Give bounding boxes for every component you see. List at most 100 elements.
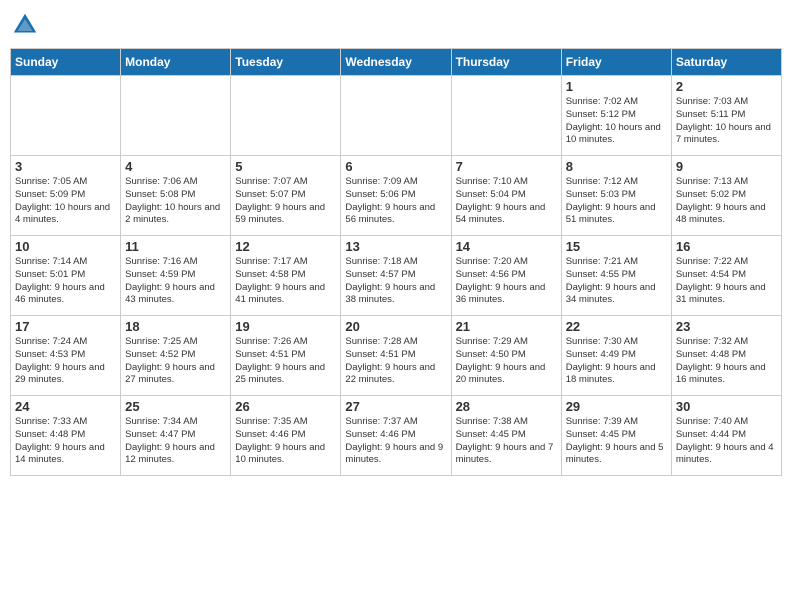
logo-icon [10, 10, 40, 40]
day-number: 13 [345, 239, 446, 254]
day-info: Sunrise: 7:13 AM Sunset: 5:02 PM Dayligh… [676, 176, 777, 227]
calendar-cell: 4 Sunrise: 7:06 AM Sunset: 5:08 PM Daylig… [121, 156, 231, 236]
calendar-cell: 27Sunrise: 7:37 AM Sunset: 4:46 PM Dayli… [341, 396, 451, 476]
calendar-week-row: 24 Sunrise: 7:33 AM Sunset: 4:48 PM Dayli… [11, 396, 782, 476]
calendar-cell: 23 Sunrise: 7:32 AM Sunset: 4:48 PM Dayli… [671, 316, 781, 396]
calendar-cell: 11 Sunrise: 7:16 AM Sunset: 4:59 PM Dayli… [121, 236, 231, 316]
calendar-cell: 16 Sunrise: 7:22 AM Sunset: 4:54 PM Dayli… [671, 236, 781, 316]
calendar: SundayMondayTuesdayWednesdayThursdayFrid… [10, 48, 782, 476]
day-info: Sunrise: 7:20 AM Sunset: 4:56 PM Dayligh… [456, 256, 557, 307]
day-info: Sunrise: 7:24 AM Sunset: 4:53 PM Dayligh… [15, 336, 116, 387]
day-info: Sunrise: 7:10 AM Sunset: 5:04 PM Dayligh… [456, 176, 557, 227]
weekday-header: Thursday [451, 49, 561, 76]
day-number: 18 [125, 319, 226, 334]
calendar-cell: 20 Sunrise: 7:28 AM Sunset: 4:51 PM Dayli… [341, 316, 451, 396]
day-info: Sunrise: 7:02 AM Sunset: 5:12 PM Dayligh… [566, 96, 667, 147]
day-info: Sunrise: 7:12 AM Sunset: 5:03 PM Dayligh… [566, 176, 667, 227]
day-number: 26 [235, 399, 336, 414]
day-info: Sunrise: 7:09 AM Sunset: 5:06 PM Dayligh… [345, 176, 446, 227]
calendar-cell: 28 Sunrise: 7:38 AM Sunset: 4:45 PM Dayli… [451, 396, 561, 476]
day-info: Sunrise: 7:06 AM Sunset: 5:08 PM Dayligh… [125, 176, 226, 227]
day-info: Sunrise: 7:16 AM Sunset: 4:59 PM Dayligh… [125, 256, 226, 307]
day-number: 3 [15, 159, 116, 174]
calendar-cell: 26 Sunrise: 7:35 AM Sunset: 4:46 PM Dayli… [231, 396, 341, 476]
day-info: Sunrise: 7:28 AM Sunset: 4:51 PM Dayligh… [345, 336, 446, 387]
day-number: 6 [345, 159, 446, 174]
day-info: Sunrise: 7:05 AM Sunset: 5:09 PM Dayligh… [15, 176, 116, 227]
calendar-cell: 29 Sunrise: 7:39 AM Sunset: 4:45 PM Dayli… [561, 396, 671, 476]
weekday-header: Friday [561, 49, 671, 76]
calendar-cell [121, 76, 231, 156]
calendar-cell: 9 Sunrise: 7:13 AM Sunset: 5:02 PM Daylig… [671, 156, 781, 236]
calendar-cell: 3 Sunrise: 7:05 AM Sunset: 5:09 PM Daylig… [11, 156, 121, 236]
calendar-cell: 8 Sunrise: 7:12 AM Sunset: 5:03 PM Daylig… [561, 156, 671, 236]
calendar-header-row: SundayMondayTuesdayWednesdayThursdayFrid… [11, 49, 782, 76]
calendar-cell: 6 Sunrise: 7:09 AM Sunset: 5:06 PM Daylig… [341, 156, 451, 236]
day-info: Sunrise: 7:38 AM Sunset: 4:45 PM Dayligh… [456, 416, 557, 467]
weekday-header: Tuesday [231, 49, 341, 76]
day-number: 12 [235, 239, 336, 254]
weekday-header: Wednesday [341, 49, 451, 76]
day-number: 5 [235, 159, 336, 174]
calendar-cell [11, 76, 121, 156]
day-info: Sunrise: 7:03 AM Sunset: 5:11 PM Dayligh… [676, 96, 777, 147]
day-number: 15 [566, 239, 667, 254]
day-number: 4 [125, 159, 226, 174]
calendar-week-row: 10 Sunrise: 7:14 AM Sunset: 5:01 PM Dayli… [11, 236, 782, 316]
day-number: 22 [566, 319, 667, 334]
calendar-cell: 19 Sunrise: 7:26 AM Sunset: 4:51 PM Dayli… [231, 316, 341, 396]
calendar-cell: 14Sunrise: 7:20 AM Sunset: 4:56 PM Dayli… [451, 236, 561, 316]
day-number: 7 [456, 159, 557, 174]
day-number: 28 [456, 399, 557, 414]
calendar-cell: 7 Sunrise: 7:10 AM Sunset: 5:04 PM Daylig… [451, 156, 561, 236]
day-info: Sunrise: 7:07 AM Sunset: 5:07 PM Dayligh… [235, 176, 336, 227]
day-number: 19 [235, 319, 336, 334]
calendar-cell: 24 Sunrise: 7:33 AM Sunset: 4:48 PM Dayli… [11, 396, 121, 476]
day-number: 23 [676, 319, 777, 334]
day-number: 30 [676, 399, 777, 414]
calendar-cell [231, 76, 341, 156]
day-info: Sunrise: 7:14 AM Sunset: 5:01 PM Dayligh… [15, 256, 116, 307]
calendar-cell [341, 76, 451, 156]
day-number: 29 [566, 399, 667, 414]
calendar-cell: 5 Sunrise: 7:07 AM Sunset: 5:07 PM Daylig… [231, 156, 341, 236]
calendar-cell: 10 Sunrise: 7:14 AM Sunset: 5:01 PM Dayli… [11, 236, 121, 316]
calendar-cell: 1 Sunrise: 7:02 AM Sunset: 5:12 PM Daylig… [561, 76, 671, 156]
calendar-cell: 15 Sunrise: 7:21 AM Sunset: 4:55 PM Dayli… [561, 236, 671, 316]
day-number: 20 [345, 319, 446, 334]
calendar-cell: 12Sunrise: 7:17 AM Sunset: 4:58 PM Dayli… [231, 236, 341, 316]
page: SundayMondayTuesdayWednesdayThursdayFrid… [0, 0, 792, 612]
weekday-header: Sunday [11, 49, 121, 76]
day-info: Sunrise: 7:33 AM Sunset: 4:48 PM Dayligh… [15, 416, 116, 467]
day-number: 2 [676, 79, 777, 94]
day-number: 11 [125, 239, 226, 254]
calendar-cell: 21Sunrise: 7:29 AM Sunset: 4:50 PM Dayli… [451, 316, 561, 396]
day-info: Sunrise: 7:22 AM Sunset: 4:54 PM Dayligh… [676, 256, 777, 307]
calendar-cell: 17Sunrise: 7:24 AM Sunset: 4:53 PM Dayli… [11, 316, 121, 396]
calendar-cell: 30 Sunrise: 7:40 AM Sunset: 4:44 PM Dayli… [671, 396, 781, 476]
day-number: 8 [566, 159, 667, 174]
calendar-cell: 22 Sunrise: 7:30 AM Sunset: 4:49 PM Dayli… [561, 316, 671, 396]
day-info: Sunrise: 7:32 AM Sunset: 4:48 PM Dayligh… [676, 336, 777, 387]
day-info: Sunrise: 7:39 AM Sunset: 4:45 PM Dayligh… [566, 416, 667, 467]
day-number: 1 [566, 79, 667, 94]
weekday-header: Saturday [671, 49, 781, 76]
day-number: 16 [676, 239, 777, 254]
day-number: 10 [15, 239, 116, 254]
day-info: Sunrise: 7:37 AM Sunset: 4:46 PM Dayligh… [345, 416, 446, 467]
day-info: Sunrise: 7:21 AM Sunset: 4:55 PM Dayligh… [566, 256, 667, 307]
day-number: 24 [15, 399, 116, 414]
calendar-cell: 13Sunrise: 7:18 AM Sunset: 4:57 PM Dayli… [341, 236, 451, 316]
day-number: 21 [456, 319, 557, 334]
day-info: Sunrise: 7:30 AM Sunset: 4:49 PM Dayligh… [566, 336, 667, 387]
day-info: Sunrise: 7:26 AM Sunset: 4:51 PM Dayligh… [235, 336, 336, 387]
day-info: Sunrise: 7:25 AM Sunset: 4:52 PM Dayligh… [125, 336, 226, 387]
calendar-cell: 25Sunrise: 7:34 AM Sunset: 4:47 PM Dayli… [121, 396, 231, 476]
calendar-cell: 2 Sunrise: 7:03 AM Sunset: 5:11 PM Daylig… [671, 76, 781, 156]
day-info: Sunrise: 7:35 AM Sunset: 4:46 PM Dayligh… [235, 416, 336, 467]
weekday-header: Monday [121, 49, 231, 76]
day-number: 25 [125, 399, 226, 414]
calendar-week-row: 1 Sunrise: 7:02 AM Sunset: 5:12 PM Daylig… [11, 76, 782, 156]
day-number: 9 [676, 159, 777, 174]
day-info: Sunrise: 7:40 AM Sunset: 4:44 PM Dayligh… [676, 416, 777, 467]
